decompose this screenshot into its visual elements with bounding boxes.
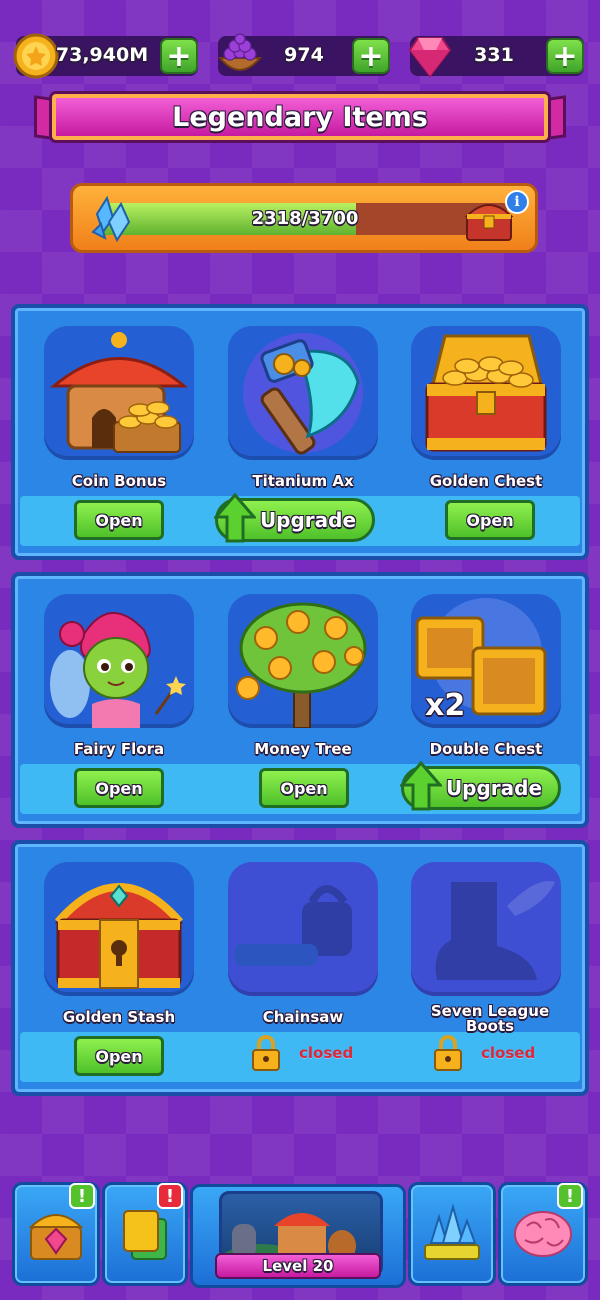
alert-badge: ! — [157, 1183, 183, 1209]
alert-badge: ! — [69, 1183, 95, 1209]
item-name: Fairy Flora — [73, 740, 165, 758]
boots-lock-status: closed — [433, 1034, 583, 1074]
item-name: Seven League Boots — [430, 1002, 550, 1035]
item-card-chainsaw[interactable] — [228, 862, 378, 996]
golden-chest-icon — [425, 334, 547, 452]
add-berries-button[interactable]: + — [352, 38, 390, 74]
fairy-icon — [50, 612, 186, 728]
item-card-titanium-ax[interactable] — [228, 326, 378, 460]
open-money-tree-button[interactable]: Open — [259, 768, 349, 808]
title-banner: Legendary Items — [52, 94, 548, 140]
item-card-fairy-flora[interactable] — [44, 594, 194, 728]
upgrade-titanium-ax-button[interactable]: Upgrade — [214, 493, 375, 543]
alert-badge: ! — [557, 1183, 583, 1209]
level-label: Level 20 — [215, 1253, 381, 1279]
chainsaw-icon — [234, 885, 352, 966]
gem-chest-icon — [28, 1214, 84, 1260]
multiplier-badge: x2 — [425, 688, 466, 723]
coin-counter: 73,940M + — [13, 33, 198, 79]
nav-crystals[interactable] — [408, 1182, 496, 1286]
nav-brain[interactable]: ! — [498, 1182, 588, 1286]
item-card-coin-bonus[interactable] — [44, 326, 194, 460]
progress-label: 2318/3700 — [251, 208, 359, 229]
crystal-stand-icon — [424, 1203, 480, 1260]
crystal-icon — [91, 195, 131, 243]
items-panel-3: Golden Stash Open Chainsaw closed Seven … — [11, 840, 589, 1096]
titanium-ax-icon — [243, 333, 363, 455]
item-card-golden-chest[interactable] — [411, 326, 561, 460]
open-coin-bonus-button[interactable]: Open — [74, 500, 164, 540]
coin-bonus-icon — [49, 332, 189, 453]
closed-label: closed — [299, 1044, 354, 1062]
items-panel-1: Coin Bonus Open Titanium Ax Upgrade Gold… — [11, 304, 589, 560]
money-tree-icon — [236, 602, 367, 728]
chainsaw-lock-status: closed — [251, 1034, 401, 1074]
item-card-seven-league-boots[interactable] — [411, 862, 561, 996]
brain-icon — [514, 1211, 572, 1257]
cards-icon — [123, 1210, 167, 1260]
upgrade-label: Upgrade — [445, 776, 543, 800]
item-name: Coin Bonus — [71, 472, 167, 490]
open-golden-stash-button[interactable]: Open — [74, 1036, 164, 1076]
padlock-icon — [434, 1035, 462, 1071]
winged-boots-icon — [435, 881, 555, 980]
gem-counter: 331 + — [408, 36, 584, 78]
open-fairy-flora-button[interactable]: Open — [74, 768, 164, 808]
add-gems-button[interactable]: + — [546, 38, 584, 74]
item-card-double-chest[interactable]: x2 — [411, 594, 561, 728]
upgrade-arrow-icon — [400, 761, 442, 811]
add-coins-button[interactable]: + — [160, 38, 198, 74]
items-panel-2: Fairy Flora Open Money Tree Open x2 Doub… — [11, 572, 589, 828]
item-name: Money Tree — [254, 740, 352, 758]
berry-counter: 974 + — [217, 33, 390, 76]
item-card-golden-stash[interactable] — [44, 862, 194, 996]
golden-stash-icon — [54, 883, 184, 989]
upgrade-label: Upgrade — [259, 508, 357, 532]
open-golden-chest-button[interactable]: Open — [445, 500, 535, 540]
progress-track: 2318/3700 — [103, 203, 507, 235]
info-icon[interactable]: i — [505, 190, 529, 214]
padlock-icon — [252, 1035, 280, 1071]
item-name: Titanium Ax — [252, 472, 354, 490]
upgrade-double-chest-button[interactable]: Upgrade — [400, 761, 561, 811]
nav-gem-chest[interactable]: ! — [12, 1182, 100, 1286]
item-name: Golden Chest — [429, 472, 543, 490]
item-name: Double Chest — [429, 740, 543, 758]
upgrade-arrow-icon — [214, 493, 256, 543]
nav-level[interactable]: Level 20 — [190, 1184, 406, 1288]
item-card-money-tree[interactable] — [228, 594, 378, 728]
page-title: Legendary Items — [172, 101, 428, 133]
closed-label: closed — [481, 1044, 536, 1062]
item-name: Chainsaw — [262, 1008, 344, 1026]
collection-progress: 2318/3700 i — [70, 183, 538, 253]
item-name: Golden Stash — [62, 1008, 176, 1026]
nav-cards[interactable]: ! — [102, 1182, 188, 1286]
